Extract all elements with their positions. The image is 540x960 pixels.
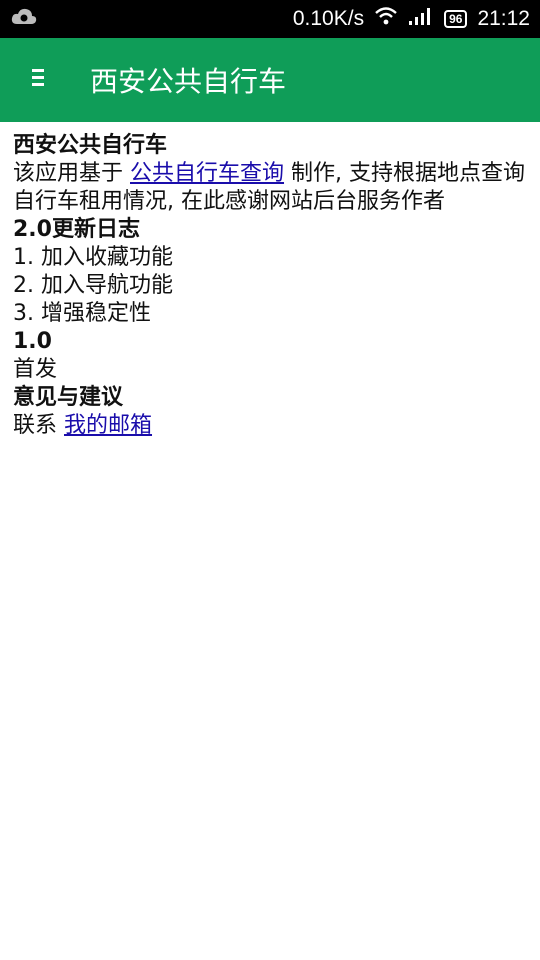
wifi-icon: [374, 6, 398, 32]
status-left: [10, 6, 38, 33]
battery-icon: 96: [444, 10, 468, 28]
clock: 21:12: [477, 7, 530, 30]
signal-icon: [408, 6, 434, 32]
email-link[interactable]: 我的邮箱: [64, 413, 152, 438]
contact-paragraph: 联系 我的邮箱: [13, 412, 527, 440]
feedback-heading: 意见与建议: [13, 385, 124, 410]
page-title: 西安公共自行车: [90, 65, 287, 98]
contact-prefix: 联系: [13, 413, 64, 438]
status-bar: 0.10K/s 96 21:12: [0, 0, 540, 38]
changelog-heading: 2.0更新日志: [13, 217, 140, 242]
changelog-item-3: 3. 增强稳定性: [13, 301, 151, 326]
app-bar: 西安公共自行车: [0, 38, 540, 122]
notification-cloud-icon: [10, 6, 38, 33]
about-content: 西安公共自行车 该应用基于 公共自行车查询 制作, 支持根据地点查询自行车租用情…: [0, 122, 540, 450]
changelog-item-1: 1. 加入收藏功能: [13, 245, 173, 270]
bike-query-link[interactable]: 公共自行车查询: [130, 161, 284, 186]
app-heading: 西安公共自行车: [13, 133, 168, 158]
menu-icon: [28, 67, 48, 93]
v1-text: 首发: [13, 357, 58, 382]
menu-button[interactable]: [8, 50, 68, 110]
intro-paragraph: 该应用基于 公共自行车查询 制作, 支持根据地点查询自行车租用情况, 在此感谢网…: [13, 160, 527, 216]
status-right: 0.10K/s 96 21:12: [293, 6, 530, 32]
changelog-item-2: 2. 加入导航功能: [13, 273, 173, 298]
net-speed: 0.10K/s: [292, 7, 365, 30]
v1-heading: 1.0: [13, 329, 52, 354]
intro-prefix: 该应用基于: [13, 161, 130, 186]
